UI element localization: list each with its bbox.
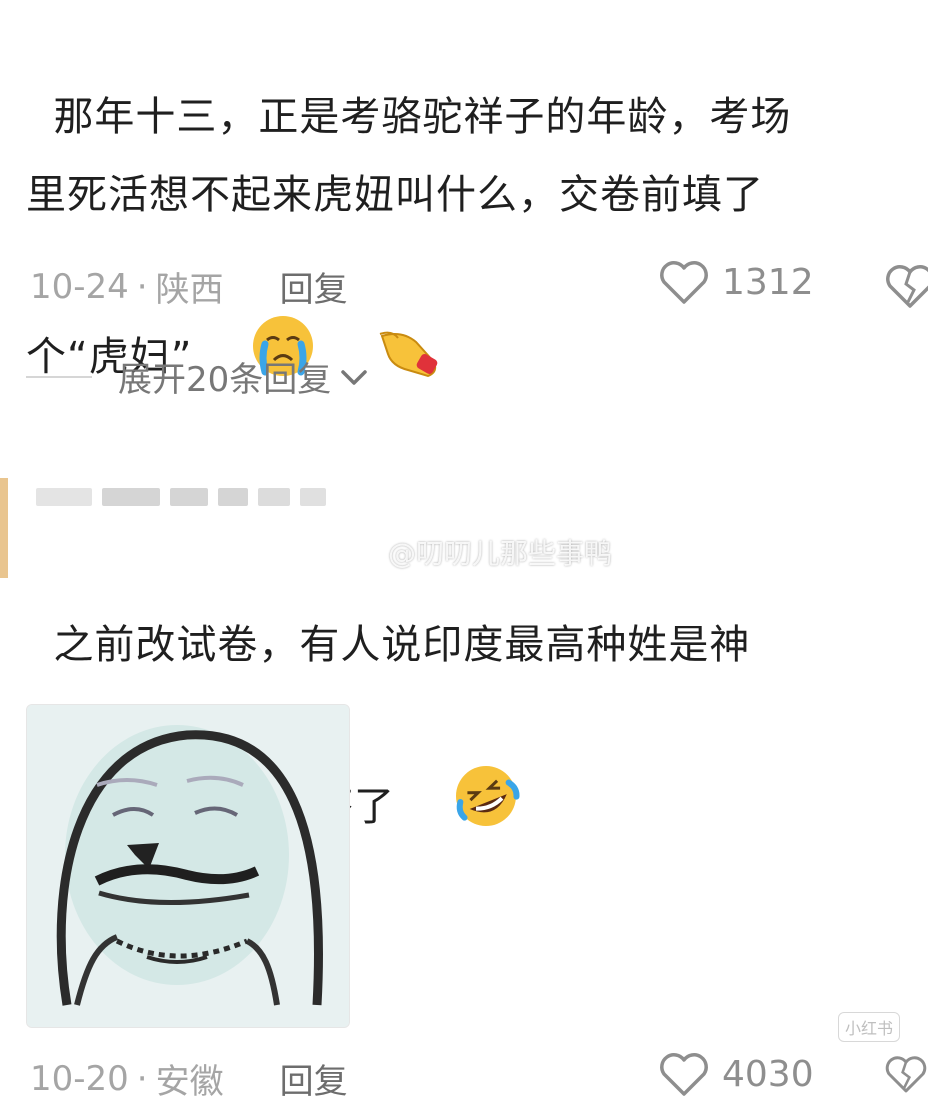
meta-separator: · bbox=[136, 1058, 148, 1099]
like-button[interactable]: 1312 bbox=[658, 258, 814, 306]
weibo-icon bbox=[353, 542, 381, 564]
expand-replies[interactable]: 展开20条回复 bbox=[26, 352, 371, 401]
expand-replies-label: 展开20条回复 bbox=[118, 360, 332, 400]
broken-heart-icon bbox=[885, 1056, 927, 1093]
watermark-text: @叨叨儿那些事鸭 bbox=[388, 537, 613, 570]
broken-heart-icon bbox=[886, 265, 928, 308]
comment-date: 10-24 bbox=[30, 266, 129, 307]
divider-line bbox=[26, 375, 92, 378]
meta-separator: · bbox=[136, 266, 148, 307]
comment-location: 安徽 bbox=[155, 1062, 224, 1102]
chevron-down-icon bbox=[341, 369, 368, 385]
sketch-face-sticker[interactable] bbox=[26, 704, 350, 1028]
username-blurred[interactable] bbox=[36, 488, 326, 506]
dislike-button[interactable] bbox=[884, 262, 928, 314]
sketch-face-image bbox=[27, 705, 349, 1027]
reply-button[interactable]: 回复 bbox=[280, 262, 348, 311]
watermark: @叨叨儿那些事鸭 bbox=[352, 532, 612, 572]
like-count: 1312 bbox=[722, 261, 814, 303]
comment-1-text: 那年十三，正是考骆驼祥子的年龄，考场 里死活想不起来虎妞叫什么，交卷前填了 个“… bbox=[26, 0, 916, 484]
dislike-button[interactable] bbox=[884, 1050, 928, 1102]
comment-date: 10-20 bbox=[30, 1058, 129, 1099]
comment-1-meta: 10-24 · 陕西 回复 bbox=[30, 262, 348, 311]
corner-logo: 小红书 bbox=[838, 1012, 901, 1042]
comment-2-meta: 10-20 · 安徽 回复 bbox=[30, 1054, 348, 1103]
like-count: 4030 bbox=[722, 1053, 814, 1095]
comment-location: 陕西 bbox=[155, 270, 224, 310]
reply-button[interactable]: 回复 bbox=[280, 1054, 348, 1103]
heart-icon bbox=[660, 1053, 708, 1096]
heart-icon bbox=[660, 261, 708, 304]
avatar[interactable] bbox=[0, 478, 8, 578]
like-button[interactable]: 4030 bbox=[658, 1050, 814, 1098]
rolling-laughing-emoji bbox=[395, 684, 522, 934]
